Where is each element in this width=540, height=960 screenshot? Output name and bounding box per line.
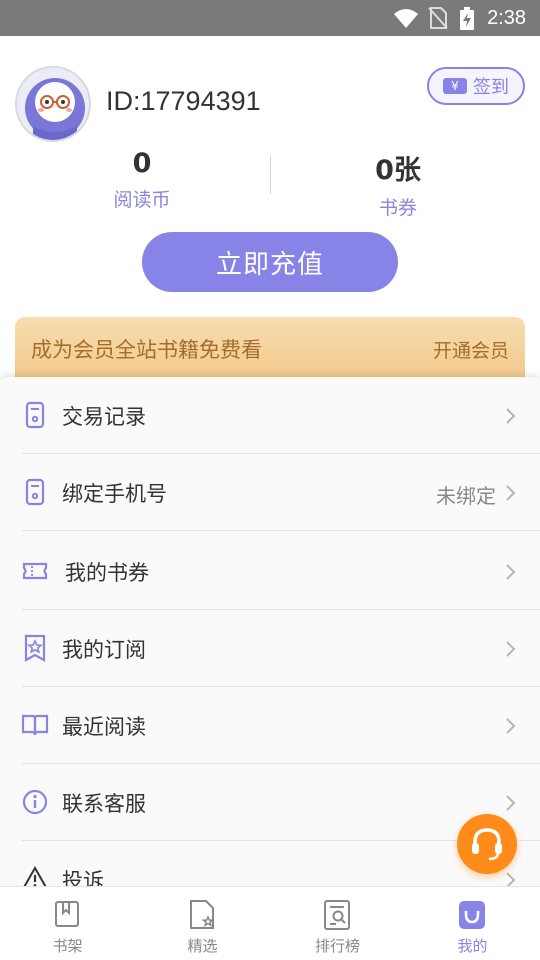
menu-item-value: 未绑定 (436, 484, 496, 508)
ticket-icon (22, 562, 48, 580)
menu-item-transactions[interactable]: 交易记录 (0, 377, 540, 454)
menu-item-label: 我的订阅 (62, 638, 146, 662)
featured-doc-icon (190, 900, 215, 929)
chevron-right-icon (506, 564, 516, 580)
profile-icon (459, 901, 485, 929)
bookshelf-icon (55, 901, 79, 927)
menu-item-label: 联系客服 (62, 792, 146, 816)
vip-open-link[interactable]: 开通会员 (433, 336, 509, 363)
ranking-icon (324, 900, 350, 930)
chevron-right-icon (506, 485, 516, 501)
clock: 2:38 (487, 7, 526, 29)
coins-value: 0 (132, 148, 152, 179)
no-sim-icon (428, 7, 448, 29)
nav-label: 精选 (187, 937, 218, 955)
chevron-right-icon (506, 872, 516, 887)
chevron-right-icon (506, 641, 516, 657)
receipt-icon (25, 401, 45, 429)
tickets-stat[interactable]: 0张 书券 (298, 148, 498, 220)
coins-label: 阅读币 (113, 189, 171, 211)
tickets-label: 书券 (378, 197, 417, 219)
nav-item-ranking[interactable]: 排行榜 (270, 887, 405, 960)
nav-item-profile[interactable]: 我的 (405, 887, 540, 960)
menu-item-label: 绑定手机号 (62, 482, 167, 506)
menu-item-label: 交易记录 (62, 405, 146, 429)
menu-item-bind-phone[interactable]: 绑定手机号 未绑定 (0, 454, 540, 531)
coins-stat[interactable]: 0 阅读币 (42, 148, 242, 212)
menu-list: 交易记录 绑定手机号 未绑定 我的书券 我的订阅 最近阅读 联系客服 投诉 (0, 377, 540, 887)
menu-item-recent-reading[interactable]: 最近阅读 (0, 687, 540, 764)
wifi-icon (394, 9, 418, 28)
customer-service-fab[interactable] (457, 814, 517, 874)
book-open-icon (21, 714, 49, 736)
status-bar: 2:38 (0, 0, 540, 36)
chevron-right-icon (506, 408, 516, 424)
battery-charging-icon (460, 7, 474, 30)
bottom-nav: 书架 精选 排行榜 我的 (0, 886, 540, 960)
nav-item-featured[interactable]: 精选 (135, 887, 270, 960)
menu-item-label: 我的书券 (65, 561, 149, 585)
menu-item-my-tickets[interactable]: 我的书券 (0, 531, 540, 610)
checkin-button[interactable]: ¥ 签到 (427, 67, 525, 105)
chevron-right-icon (506, 795, 516, 811)
subscribe-star-icon (24, 634, 46, 662)
chevron-right-icon (506, 718, 516, 734)
tickets-value: 0张 (375, 155, 421, 186)
user-id: ID:17794391 (106, 86, 261, 116)
stats-divider (270, 156, 271, 194)
nav-item-bookshelf[interactable]: 书架 (0, 887, 135, 960)
menu-item-contact-support[interactable]: 联系客服 (0, 764, 540, 841)
nav-label: 书架 (52, 937, 83, 955)
checkin-label: 签到 (473, 77, 509, 98)
recharge-button[interactable]: 立即充值 (142, 232, 398, 292)
avatar[interactable] (15, 66, 91, 142)
headset-icon (472, 828, 502, 861)
checkin-icon: ¥ (443, 78, 467, 94)
info-icon (22, 789, 48, 815)
vip-banner[interactable]: 成为会员全站书籍免费看 开通会员 (15, 317, 525, 379)
nav-label: 排行榜 (314, 937, 360, 955)
menu-item-subscriptions[interactable]: 我的订阅 (0, 610, 540, 687)
phone-icon (25, 478, 45, 506)
vip-banner-text: 成为会员全站书籍免费看 (31, 338, 262, 362)
warning-icon (22, 865, 48, 887)
avatar-image (25, 78, 85, 140)
menu-item-label: 最近阅读 (62, 715, 146, 739)
nav-label: 我的 (457, 937, 488, 955)
menu-item-label: 投诉 (62, 869, 104, 887)
